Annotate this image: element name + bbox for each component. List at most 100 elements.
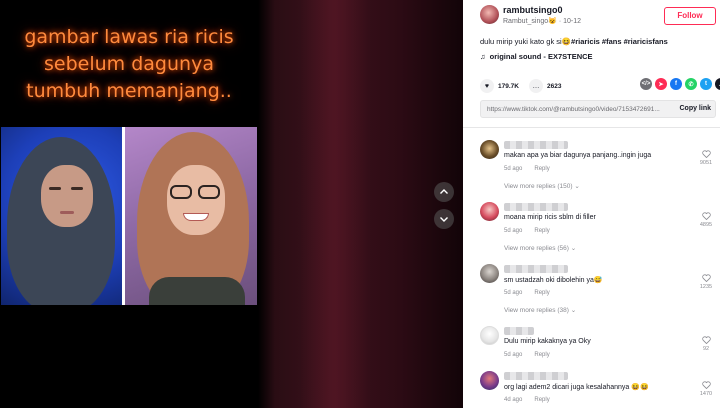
hashtags[interactable]: #riaricis #fans #riaricisfans	[571, 37, 668, 46]
commenter-avatar[interactable]	[480, 140, 499, 159]
author-avatar[interactable]	[480, 5, 499, 24]
info-sidebar: rambutsingo0 Rambut_singo😺 · 10-12 Follo…	[463, 0, 720, 408]
video-player[interactable]: gambar lawas ria ricis sebelum dagunya t…	[0, 0, 463, 408]
comment-age: 5d ago	[504, 228, 523, 234]
reply-button[interactable]: Reply	[534, 290, 549, 296]
caption-line: gambar lawas ria ricis	[24, 26, 234, 48]
face-shape	[167, 165, 225, 235]
facebook-icon[interactable]: f	[670, 78, 682, 90]
comment-meta: 5d ago Reply	[504, 352, 562, 358]
view-more-replies-label: View more replies (56)	[504, 245, 569, 252]
comment-count: 2623	[546, 82, 562, 90]
heart-icon	[701, 150, 711, 158]
smile-shape	[183, 213, 209, 221]
comment-like[interactable]: 1235	[699, 274, 713, 290]
comment-text: makan apa ya biar dagunya panjang..ingin…	[504, 152, 652, 159]
commenter-avatar[interactable]	[480, 326, 499, 345]
sound-row[interactable]: ♫ original sound - EX7STENCE	[480, 52, 593, 61]
comment-meta: 5d ago Reply	[504, 166, 562, 172]
caption-line: tumbuh memanjang..	[26, 80, 232, 102]
video-frame[interactable]: gambar lawas ria ricis sebelum dagunya t…	[0, 0, 258, 408]
heart-icon	[701, 336, 711, 344]
comment-meta: 4d ago Reply	[504, 397, 562, 403]
photo-right	[125, 127, 257, 305]
like-count: 179.7K	[498, 82, 519, 90]
face-shape	[41, 165, 93, 227]
commenter-avatar[interactable]	[480, 202, 499, 221]
follow-button[interactable]: Follow	[664, 7, 716, 25]
eye-shape	[49, 187, 61, 190]
comment-like[interactable]: 9051	[699, 150, 713, 166]
chevron-down-icon: ⌄	[570, 245, 577, 252]
comment-like-count: 92	[702, 346, 710, 352]
glasses-shape	[170, 185, 192, 199]
comment-age: 5d ago	[504, 290, 523, 296]
reply-button[interactable]: Reply	[534, 352, 549, 358]
chevron-down-icon: ⌄	[574, 183, 580, 190]
share-icons: </>➤f✆t↗	[640, 78, 720, 90]
comment-text: moana mirip ricis sblm di filler	[504, 214, 596, 221]
comment-text: Dulu mirip kakaknya ya Oky	[504, 338, 591, 345]
video-link[interactable]: https://www.tiktok.com/@rambutsingo0/vid…	[487, 106, 667, 113]
view-more-replies[interactable]: View more replies (38) ⌄	[504, 306, 576, 314]
comment-text: org lagi adem2 dicari juga kesalahannya …	[504, 384, 649, 391]
post-description: dulu mirip yuki kato gk si😆#riaricis #fa…	[480, 37, 668, 46]
author-row: rambutsingo0 Rambut_singo😺 · 10-12 Follo…	[463, 0, 720, 32]
heart-icon	[701, 381, 711, 389]
author-username[interactable]: rambutsingo0	[503, 5, 563, 15]
shirt-shape	[149, 277, 245, 305]
like-icon[interactable]: ♥	[480, 79, 494, 93]
chevron-up-icon	[440, 189, 448, 194]
comment-text: sm ustadzah oki dibolehin ya😅	[504, 277, 603, 284]
comment-like-count: 1470	[699, 391, 713, 397]
author-subline: Rambut_singo😺 · 10-12	[503, 17, 581, 25]
send-icon[interactable]: ➤	[655, 78, 667, 90]
video-caption-overlay: gambar lawas ria ricis sebelum dagunya t…	[0, 24, 258, 105]
music-note-icon: ♫	[480, 52, 486, 61]
comment-like[interactable]: 92	[699, 336, 713, 352]
copy-link-button[interactable]: Copy link	[679, 105, 711, 112]
caption-line: sebelum dagunya	[44, 53, 214, 75]
comment-meta: 5d ago Reply	[504, 228, 562, 234]
whatsapp-icon[interactable]: ✆	[685, 78, 697, 90]
photo-left	[1, 127, 122, 305]
share-arrow-icon[interactable]: ↗	[715, 78, 720, 90]
comment-age: 4d ago	[504, 397, 523, 403]
tiktok-video-page: gambar lawas ria ricis sebelum dagunya t…	[0, 0, 720, 408]
post-date: 10-12	[563, 18, 581, 25]
next-video-button[interactable]	[434, 209, 454, 229]
commenter-name-redacted[interactable]	[504, 141, 568, 149]
stats-row: ♥ 179.7K … 2623 </>➤f✆t↗	[480, 78, 720, 94]
view-more-replies[interactable]: View more replies (150) ⌄	[504, 182, 580, 190]
comment-age: 5d ago	[504, 352, 523, 358]
sound-name[interactable]: original sound - EX7STENCE	[490, 52, 593, 61]
video-bottom-band	[0, 305, 258, 408]
view-more-replies[interactable]: View more replies (56) ⌄	[504, 244, 576, 252]
comment-like[interactable]: 4895	[699, 212, 713, 228]
divider	[463, 127, 720, 128]
commenter-avatar[interactable]	[480, 371, 499, 390]
eye-shape	[71, 187, 83, 190]
commenter-name-redacted[interactable]	[504, 203, 568, 211]
view-more-replies-label: View more replies (150)	[504, 183, 573, 190]
commenter-name-redacted[interactable]	[504, 327, 534, 335]
comment-age: 5d ago	[504, 166, 523, 172]
reply-button[interactable]: Reply	[534, 228, 549, 234]
video-blur-background	[300, 0, 370, 408]
previous-video-button[interactable]	[434, 182, 454, 202]
reply-button[interactable]: Reply	[534, 166, 549, 172]
commenter-name-redacted[interactable]	[504, 265, 568, 273]
comment-like-count: 1235	[699, 284, 713, 290]
commenter-name-redacted[interactable]	[504, 372, 568, 380]
reply-button[interactable]: Reply	[534, 397, 549, 403]
embed-icon[interactable]: </>	[640, 78, 652, 90]
comment-icon[interactable]: …	[528, 79, 543, 93]
twitter-icon[interactable]: t	[700, 78, 712, 90]
comment-like-count: 9051	[699, 160, 713, 166]
heart-icon	[701, 212, 711, 220]
description-text: dulu mirip yuki kato gk si😆	[480, 37, 572, 46]
chevron-down-icon: ⌄	[570, 307, 577, 314]
comment-like[interactable]: 1470	[699, 381, 713, 397]
commenter-avatar[interactable]	[480, 264, 499, 283]
author-display-name[interactable]: Rambut_singo😺	[503, 18, 557, 25]
